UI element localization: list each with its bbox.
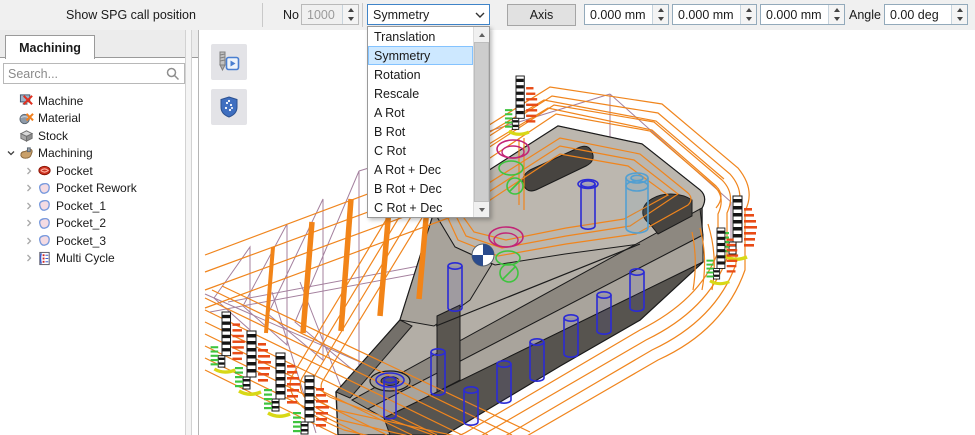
search-input[interactable]: Search... [3, 63, 185, 84]
collapsed-chevron-icon[interactable] [22, 218, 36, 228]
dropdown-item-c-rot[interactable]: C Rot [368, 141, 473, 160]
spin-up-icon[interactable] [653, 5, 668, 15]
operations-tree: Machine Material Stock [0, 92, 190, 267]
collapsed-chevron-icon[interactable] [22, 253, 36, 263]
tree-item-pocket-rework[interactable]: Pocket Rework [0, 180, 190, 198]
transform-type-dropdown-list: Translation Symmetry Rotation Rescale A … [367, 26, 490, 218]
machining-icon [18, 146, 35, 161]
simulate-toolpath-button[interactable] [211, 44, 247, 80]
tree-item-pocket[interactable]: Pocket [0, 162, 190, 180]
stock-icon [18, 128, 35, 143]
shield-icon [217, 95, 241, 119]
tree-item-machine[interactable]: Machine [0, 92, 190, 110]
spg-number-spinner[interactable] [342, 5, 358, 24]
dropdown-item-rotation[interactable]: Rotation [368, 65, 473, 84]
pocket-icon [36, 163, 53, 178]
dropdown-item-a-rot-dec[interactable]: A Rot + Dec [368, 160, 473, 179]
search-icon [165, 66, 181, 82]
tree-item-material[interactable]: Material [0, 110, 190, 128]
material-icon [18, 111, 35, 126]
tree-item-pocket-1[interactable]: Pocket_1 [0, 197, 190, 215]
machine-icon [18, 93, 35, 108]
angle-input[interactable]: 0.00 deg [884, 4, 968, 25]
show-spg-call-position-button[interactable]: Show SPG call position [0, 0, 262, 29]
verify-stock-button[interactable] [211, 89, 247, 125]
angle-label: Angle [849, 0, 881, 29]
dropdown-item-b-rot-dec[interactable]: B Rot + Dec [368, 179, 473, 198]
scrollbar-thumb[interactable] [474, 42, 489, 202]
dropdown-scrollbar[interactable] [473, 27, 489, 217]
dropdown-item-c-rot-dec[interactable]: C Rot + Dec [368, 198, 473, 217]
dropdown-item-b-rot[interactable]: B Rot [368, 122, 473, 141]
pocket-outline-icon [36, 198, 53, 213]
expanded-chevron-icon[interactable] [4, 148, 18, 158]
spg-number-input[interactable]: 1000 [301, 4, 359, 25]
spin-down-icon[interactable] [829, 15, 844, 25]
spin-down-icon[interactable] [741, 15, 756, 25]
tab-machining[interactable]: Machining [5, 35, 95, 59]
dropdown-item-a-rot[interactable]: A Rot [368, 103, 473, 122]
tree-item-multi-cycle[interactable]: Multi Cycle [0, 250, 190, 268]
pocket-outline-icon [36, 216, 53, 231]
multi-cycle-icon [36, 251, 53, 266]
scroll-up-icon[interactable] [474, 27, 489, 42]
spin-down-icon[interactable] [952, 15, 967, 25]
spin-up-icon[interactable] [829, 5, 844, 15]
axis-button[interactable]: Axis [507, 4, 576, 26]
spin-up-icon[interactable] [952, 5, 967, 15]
chevron-down-icon[interactable] [471, 11, 489, 19]
tree-item-stock[interactable]: Stock [0, 127, 190, 145]
tool-play-icon [216, 49, 242, 75]
panel-scrollbar[interactable] [185, 30, 192, 435]
dropdown-item-symmetry[interactable]: Symmetry [368, 46, 473, 65]
viewport-3d[interactable] [199, 30, 975, 435]
tree-item-pocket-2[interactable]: Pocket_2 [0, 215, 190, 233]
tree-item-pocket-3[interactable]: Pocket_3 [0, 232, 190, 250]
pocket-outline-icon [36, 181, 53, 196]
pocket-outline-icon [36, 233, 53, 248]
dropdown-item-rescale[interactable]: Rescale [368, 84, 473, 103]
dropdown-item-translation[interactable]: Translation [368, 27, 473, 46]
spin-up-icon[interactable] [741, 5, 756, 15]
collapsed-chevron-icon[interactable] [22, 166, 36, 176]
origin-marker-icon [472, 244, 494, 266]
collapsed-chevron-icon[interactable] [22, 236, 36, 246]
offset-z-input[interactable]: 0.000 mm [760, 4, 845, 25]
toolbar-separator [262, 3, 263, 27]
counterbore-cylinder [626, 173, 648, 233]
machining-scene [199, 30, 975, 435]
no-label: No [283, 0, 299, 29]
spin-down-icon[interactable] [653, 15, 668, 25]
cam-application-window: Show SPG call position No 1000 Symmetry … [0, 0, 975, 435]
scroll-down-icon[interactable] [474, 202, 489, 217]
transform-type-combobox[interactable]: Symmetry [367, 4, 490, 25]
spin-up-icon[interactable] [343, 5, 358, 15]
offset-x-input[interactable]: 0.000 mm [584, 4, 669, 25]
machining-manager-panel: Machining Search... Machine Materi [0, 30, 199, 435]
tree-item-machining[interactable]: Machining [0, 145, 190, 163]
offset-y-input[interactable]: 0.000 mm [672, 4, 757, 25]
collapsed-chevron-icon[interactable] [22, 183, 36, 193]
collapsed-chevron-icon[interactable] [22, 201, 36, 211]
toolbar-separator [362, 3, 363, 27]
spin-down-icon[interactable] [343, 15, 358, 25]
